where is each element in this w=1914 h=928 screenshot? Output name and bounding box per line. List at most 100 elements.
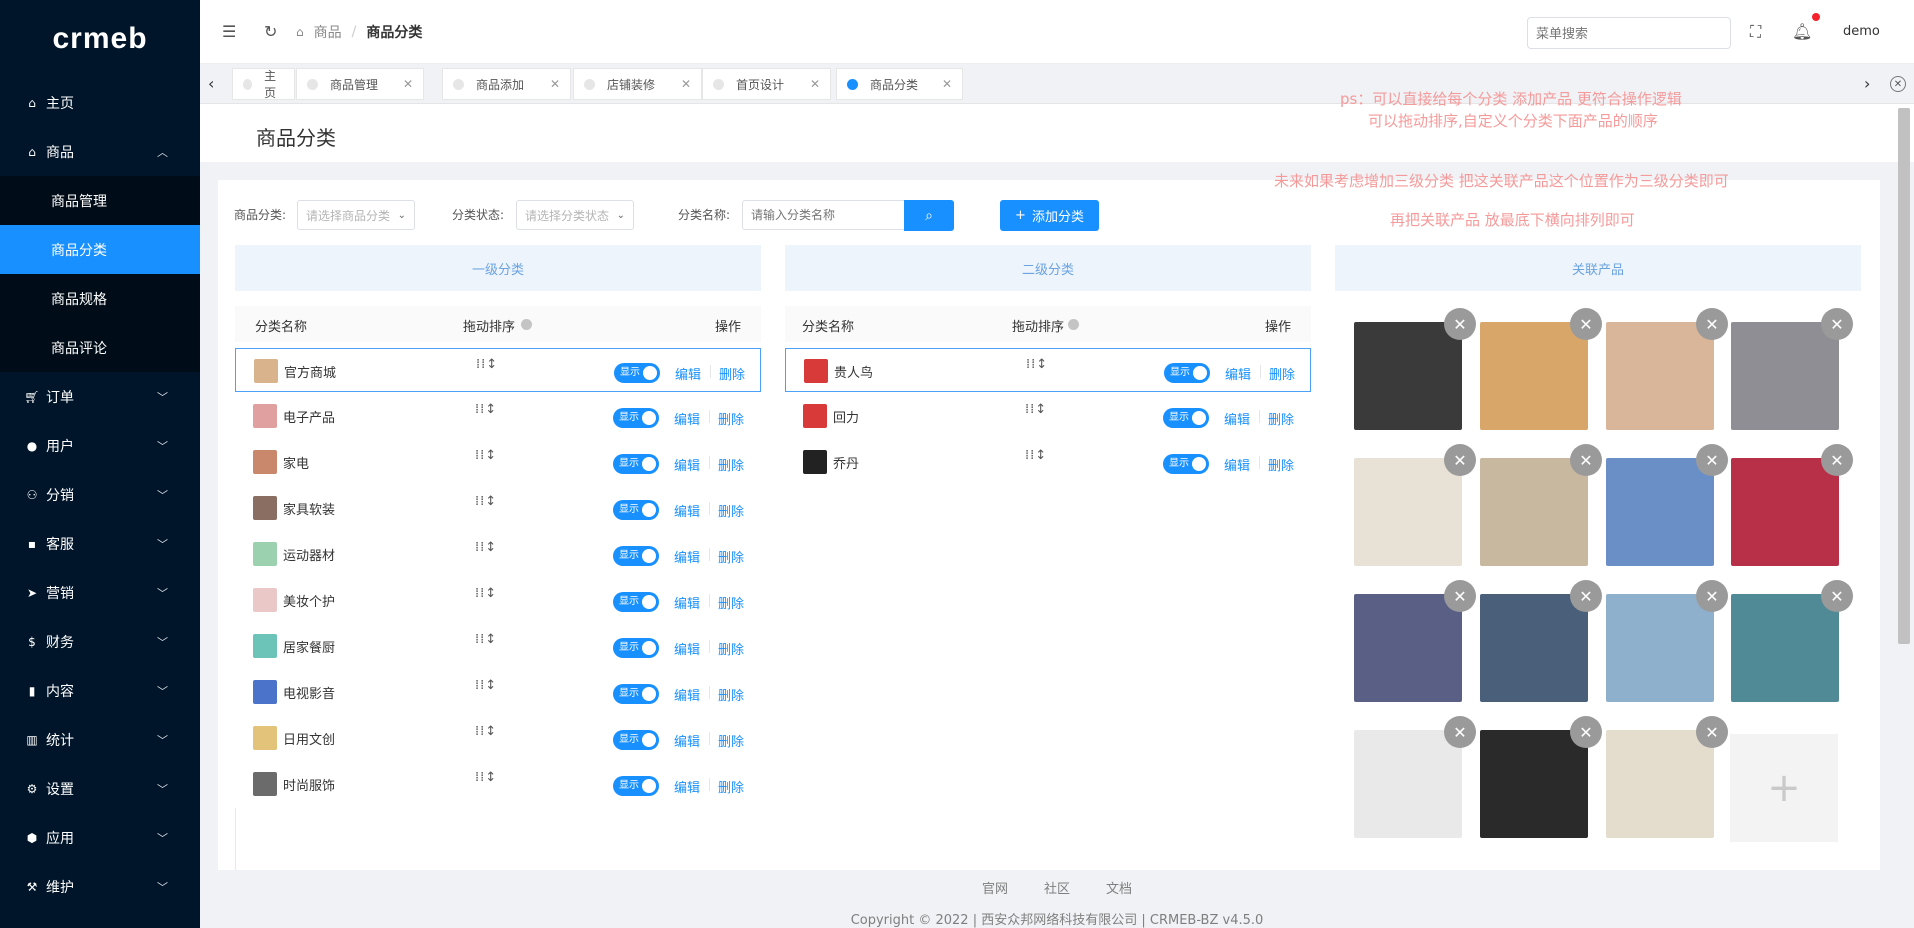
product-tile[interactable]: ✕	[1731, 580, 1853, 702]
close-icon[interactable]: ✕	[810, 77, 820, 91]
table-row[interactable]: 电子产品 ⁞⁞↕ 显示 编辑 删除	[235, 394, 761, 438]
footer-link[interactable]: 官网	[982, 878, 1008, 897]
add-category-button[interactable]: + 添加分类	[1000, 200, 1099, 231]
sidebar-item-team[interactable]: ⚇ 分销 ﹀	[0, 470, 200, 519]
product-tile[interactable]: ✕	[1354, 716, 1476, 838]
delete-link[interactable]: 删除	[719, 364, 745, 383]
sidebar-item-send[interactable]: ➤ 营销 ﹀	[0, 568, 200, 617]
edit-link[interactable]: 编辑	[674, 777, 700, 796]
edit-link[interactable]: 编辑	[674, 547, 700, 566]
status-toggle[interactable]: 显示	[1164, 363, 1210, 383]
remove-product-icon[interactable]: ✕	[1821, 444, 1853, 476]
remove-product-icon[interactable]: ✕	[1696, 308, 1728, 340]
remove-product-icon[interactable]: ✕	[1444, 716, 1476, 748]
delete-link[interactable]: 删除	[718, 501, 744, 520]
product-tile[interactable]: ✕	[1731, 444, 1853, 566]
table-row[interactable]: 贵人鸟 ⁞⁞↕ 显示 编辑 删除	[785, 348, 1311, 392]
search-button[interactable]: ⌕	[904, 200, 954, 231]
sidebar-item-shop[interactable]: ⌂ 商品 ︿	[0, 127, 200, 176]
status-toggle[interactable]: 显示	[1163, 454, 1209, 474]
table-row[interactable]: 乔丹 ⁞⁞↕ 显示 编辑 删除	[785, 440, 1311, 484]
scrollbar[interactable]	[1898, 108, 1910, 644]
delete-link[interactable]: 删除	[1269, 364, 1295, 383]
edit-link[interactable]: 编辑	[1224, 409, 1250, 428]
tab-item[interactable]: 店铺装修 ✕	[573, 68, 702, 100]
sidebar-item-book[interactable]: ▮ 内容 ﹀	[0, 666, 200, 715]
table-row[interactable]: 日用文创 ⁞⁞↕ 显示 编辑 删除	[235, 716, 761, 760]
status-toggle[interactable]: 显示	[613, 454, 659, 474]
remove-product-icon[interactable]: ✕	[1570, 308, 1602, 340]
product-tile[interactable]: ✕	[1480, 308, 1602, 430]
tab-item[interactable]: 首页设计 ✕	[702, 68, 831, 100]
table-row[interactable]: 时尚服饰 ⁞⁞↕ 显示 编辑 删除	[235, 762, 761, 806]
table-row[interactable]: 电视影音 ⁞⁞↕ 显示 编辑 删除	[235, 670, 761, 714]
status-toggle[interactable]: 显示	[613, 408, 659, 428]
status-toggle[interactable]: 显示	[613, 592, 659, 612]
submenu-item[interactable]: 商品规格	[0, 274, 200, 323]
refresh-icon[interactable]: ↻	[264, 22, 277, 41]
table-row[interactable]: 美妆个护 ⁞⁞↕ 显示 编辑 删除	[235, 578, 761, 622]
status-toggle[interactable]: 显示	[613, 638, 659, 658]
footer-link[interactable]: 文档	[1106, 878, 1132, 897]
product-tile[interactable]: ✕	[1606, 716, 1728, 838]
remove-product-icon[interactable]: ✕	[1444, 580, 1476, 612]
delete-link[interactable]: 删除	[718, 593, 744, 612]
logo[interactable]: crmeb	[0, 0, 200, 78]
tab-home[interactable]: 主页	[232, 68, 295, 100]
remove-product-icon[interactable]: ✕	[1696, 716, 1728, 748]
product-tile[interactable]: ✕	[1731, 308, 1853, 430]
product-tile[interactable]: ✕	[1606, 444, 1728, 566]
status-toggle[interactable]: 显示	[613, 500, 659, 520]
fullscreen-icon[interactable]: ⛶	[1750, 22, 1761, 42]
category-name-input[interactable]	[742, 200, 905, 230]
tab-item[interactable]: 商品管理 ✕	[296, 68, 424, 100]
delete-link[interactable]: 删除	[1268, 409, 1294, 428]
remove-product-icon[interactable]: ✕	[1821, 308, 1853, 340]
tab-item[interactable]: 商品分类 ✕	[836, 68, 963, 100]
table-row[interactable]: 家电 ⁞⁞↕ 显示 编辑 删除	[235, 440, 761, 484]
remove-product-icon[interactable]: ✕	[1570, 444, 1602, 476]
status-toggle[interactable]: 显示	[613, 730, 659, 750]
product-tile[interactable]: ✕	[1480, 716, 1602, 838]
edit-link[interactable]: 编辑	[674, 685, 700, 704]
sidebar-item-tool[interactable]: ⚒ 维护 ﹀	[0, 862, 200, 911]
delete-link[interactable]: 删除	[718, 455, 744, 474]
sidebar-item-gear[interactable]: ⚙ 设置 ﹀	[0, 764, 200, 813]
delete-link[interactable]: 删除	[718, 777, 744, 796]
user-name[interactable]: demo	[1843, 24, 1880, 39]
status-toggle[interactable]: 显示	[613, 546, 659, 566]
drag-handle-icon[interactable]: ⁞⁞↕	[475, 633, 497, 646]
status-select[interactable]: 请选择分类状态 ⌄	[516, 200, 634, 230]
sidebar-item-chat[interactable]: ▪ 客服 ﹀	[0, 519, 200, 568]
remove-product-icon[interactable]: ✕	[1821, 580, 1853, 612]
product-tile[interactable]: ✕	[1606, 580, 1728, 702]
edit-link[interactable]: 编辑	[674, 639, 700, 658]
remove-product-icon[interactable]: ✕	[1696, 580, 1728, 612]
product-tile[interactable]: ✕	[1480, 580, 1602, 702]
edit-link[interactable]: 编辑	[674, 455, 700, 474]
product-tile[interactable]: ✕	[1354, 308, 1476, 430]
menu-fold-icon[interactable]: ☰	[222, 22, 236, 41]
close-icon[interactable]: ✕	[403, 77, 413, 91]
tabs-scroll-right-icon[interactable]: ›	[1864, 74, 1870, 93]
close-all-tabs-icon[interactable]: ✕	[1890, 76, 1906, 92]
status-toggle[interactable]: 显示	[613, 684, 659, 704]
drag-handle-icon[interactable]: ⁞⁞↕	[475, 495, 497, 508]
edit-link[interactable]: 编辑	[675, 364, 701, 383]
tabs-scroll-left-icon[interactable]: ‹	[208, 74, 214, 93]
drag-handle-icon[interactable]: ⁞⁞↕	[475, 541, 497, 554]
sidebar-item-home[interactable]: ⌂ 主页	[0, 78, 200, 127]
sidebar-item-user[interactable]: ● 用户 ﹀	[0, 421, 200, 470]
edit-link[interactable]: 编辑	[1224, 455, 1250, 474]
drag-handle-icon[interactable]: ⁞⁞↕	[475, 725, 497, 738]
sidebar-item-cart[interactable]: 🛒︎ 订单 ﹀	[0, 372, 200, 421]
product-tile[interactable]: ✕	[1480, 444, 1602, 566]
submenu-item[interactable]: 商品评论	[0, 323, 200, 372]
table-row[interactable]: 居家餐厨 ⁞⁞↕ 显示 编辑 删除	[235, 624, 761, 668]
status-toggle[interactable]: 显示	[1163, 408, 1209, 428]
drag-handle-icon[interactable]: ⁞⁞↕	[1026, 358, 1048, 371]
product-tile[interactable]: ✕	[1354, 580, 1476, 702]
tab-item[interactable]: 商品添加 ✕	[442, 68, 571, 100]
product-tile[interactable]: ✕	[1606, 308, 1728, 430]
edit-link[interactable]: 编辑	[674, 593, 700, 612]
